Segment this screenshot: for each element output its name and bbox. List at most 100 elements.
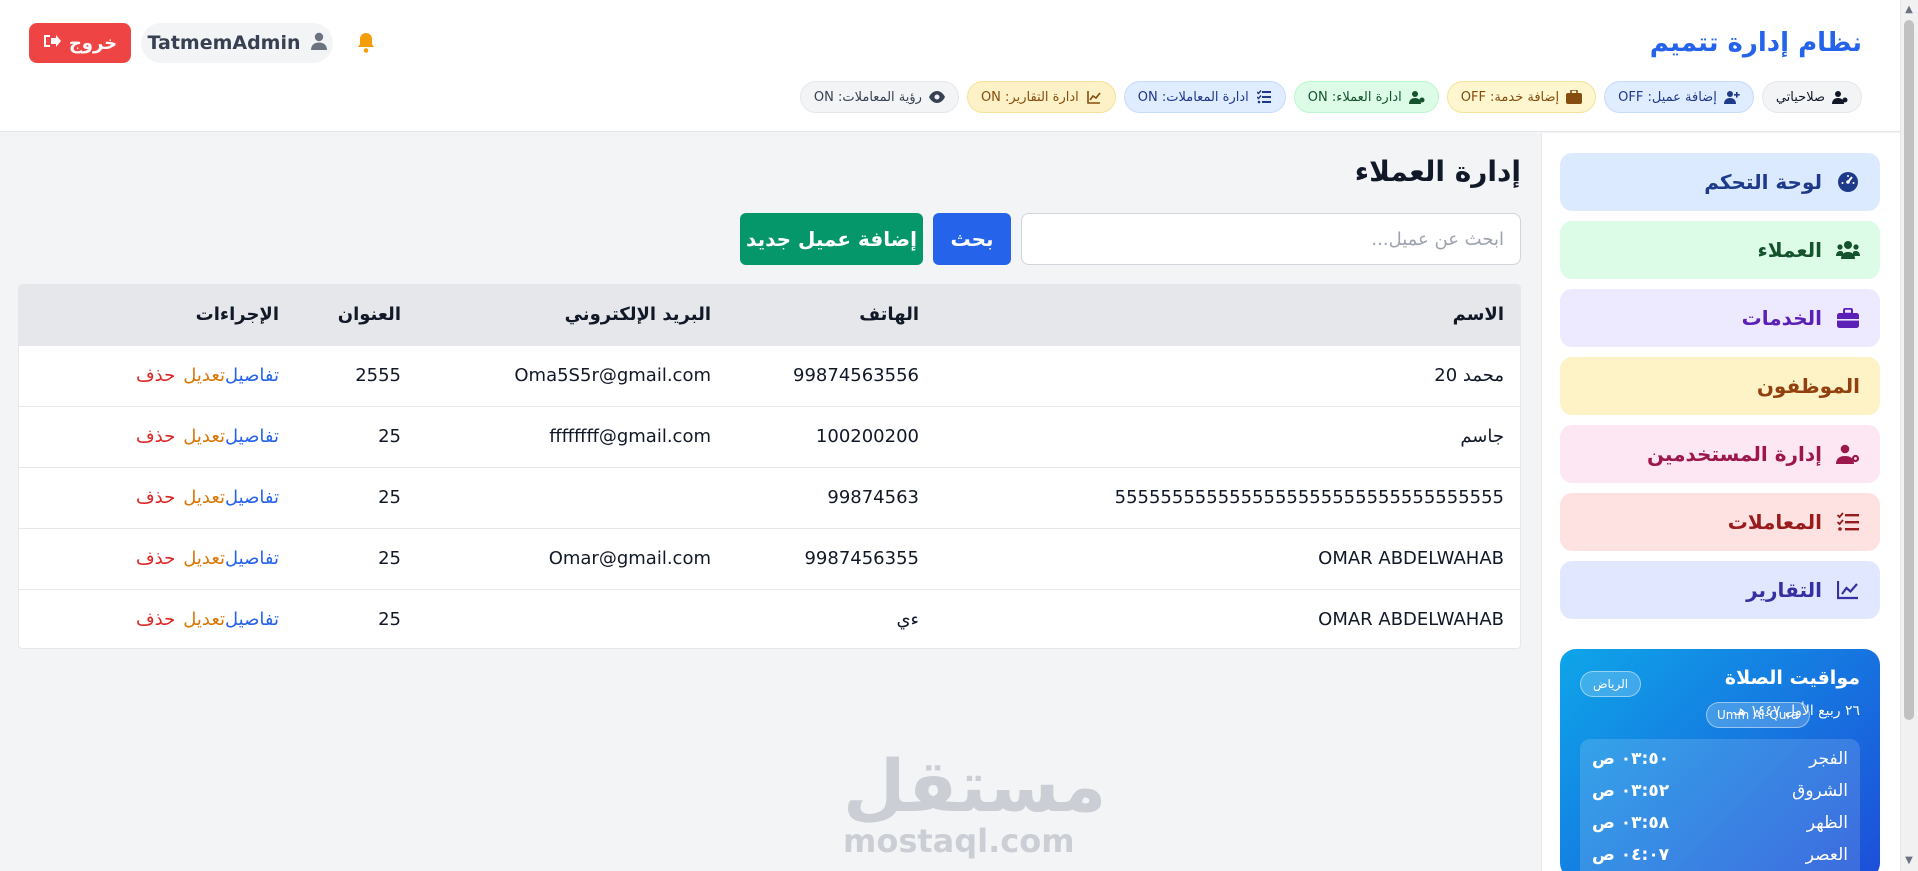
cell-email [417,467,727,528]
username: TatmemAdmin [147,32,301,54]
cell-email: Oma5S5r@gmail.com [514,365,711,386]
dashboard-icon [1836,170,1860,194]
user-gear-icon [1832,89,1848,105]
cell-actions: تفاصيل تعديل حذف [19,406,295,467]
cell-phone: 99874563 [827,487,919,508]
cell-phone: 100200200 [815,426,919,447]
details-link[interactable]: تفاصيل [225,487,279,508]
cell-name: جاسم [1460,426,1504,447]
details-link[interactable]: تفاصيل [225,426,279,447]
prayer-time: ٠٣:٥٢ ص [1592,781,1670,801]
app-title[interactable]: نظام إدارة تتميم [1650,28,1862,58]
col-header-name[interactable]: الاسم [935,285,1520,345]
cell-actions: تفاصيل تعديل حذف [19,589,295,648]
cell-email: ffffffff@gmail.com [549,426,711,447]
details-link[interactable]: تفاصيل [225,365,279,386]
edit-link[interactable]: تعديل [183,426,225,447]
user-icon [310,32,327,55]
delete-link[interactable]: حذف [136,548,175,569]
delete-link[interactable]: حذف [136,487,175,508]
sidebar-item-label: التقارير [1746,578,1822,602]
scroll-up-icon[interactable]: ▲ [1903,4,1915,16]
delete-link[interactable]: حذف [136,365,175,386]
cell-address: 25 [378,426,401,447]
logout-button[interactable]: خروج [29,23,131,63]
perm-manage-transactions-label: ادارة المعاملات: ON [1137,89,1249,105]
col-header-address[interactable]: العنوان [295,285,417,345]
perm-manage-reports-label: ادارة التقارير: ON [980,89,1079,105]
edit-link[interactable]: تعديل [183,609,225,630]
cell-phone: 99874563556 [793,365,919,386]
sidebar-item-transactions[interactable]: المعاملات [1560,493,1880,551]
prayer-row-dhuhr: الظهر ٠٣:٥٨ ص [1592,807,1848,839]
perm-view-transactions-label: رؤية المعاملات: ON [813,89,922,105]
prayer-row-sunrise: الشروق ٠٣:٥٢ ص [1592,775,1848,807]
sidebar-item-clients[interactable]: العملاء [1560,221,1880,279]
watermark-latin: mostaql.com [843,822,1075,860]
cell-actions: تفاصيل تعديل حذف [19,528,295,589]
perm-add-service: إضافة خدمة: OFF [1446,81,1597,113]
eye-icon [928,89,945,105]
permissions-bar: صلاحياتي إضافة عميل: OFF إضافة خدمة: OFF… [799,81,1862,113]
cell-address: 25 [378,487,401,508]
scroll-down-icon[interactable]: ▼ [1903,855,1915,867]
sign-out-icon [43,33,61,54]
edit-link[interactable]: تعديل [183,365,225,386]
edit-link[interactable]: تعديل [183,548,225,569]
edit-link[interactable]: تعديل [183,487,225,508]
cell-name: OMAR ABDELWAHAB [1318,609,1504,631]
perm-view-transactions: رؤية المعاملات: ON [799,81,959,113]
cell-name: OMAR ABDELWAHAB [1318,548,1504,569]
prayer-name: الظهر [1806,813,1848,833]
briefcase-icon [1566,89,1583,105]
user-gear-icon [1836,442,1860,466]
perm-add-client-label: إضافة عميل: OFF [1618,89,1717,105]
prayer-row-fajr: الفجر ٠٣:٥٠ ص [1592,743,1848,775]
table-row: محمد 20 99874563556 Oma5S5r@gmail.com 25… [19,345,1520,406]
cell-address: 25 [378,548,401,569]
sidebar-item-label: الموظفون [1756,374,1860,398]
users-icon [1836,238,1860,262]
sidebar-item-label: لوحة التحكم [1704,170,1822,194]
sidebar-item-reports[interactable]: التقارير [1560,561,1880,619]
list-check-icon [1256,89,1272,105]
col-header-email[interactable]: البريد الإلكتروني [417,285,727,345]
user-gear-icon [1408,89,1425,105]
search-input[interactable] [1021,213,1521,265]
add-client-button[interactable]: إضافة عميل جديد [740,213,923,265]
prayer-time: ٠٣:٥٨ ص [1592,813,1670,833]
prayer-time: ٠٣:٥٠ ص [1592,749,1670,769]
cell-phone: ءي [896,609,919,631]
details-link[interactable]: تفاصيل [225,609,279,630]
city-badge[interactable]: الرياض [1580,671,1642,697]
page-scrollbar[interactable]: ▲ ▼ [1900,0,1918,871]
my-permissions-badge: صلاحياتي [1761,81,1862,113]
cell-address: 25 [378,609,401,631]
table-row: 5555555555555555555555555555555555 99874… [19,467,1520,528]
search-button[interactable]: بحث [933,213,1011,265]
user-menu[interactable]: TatmemAdmin [141,23,333,63]
sidebar-item-employees[interactable]: الموظفون [1560,357,1880,415]
cell-phone: 9987456355 [804,548,919,569]
sidebar-item-services[interactable]: الخدمات [1560,289,1880,347]
my-permissions-label: صلاحياتي [1775,89,1825,105]
cell-actions: تفاصيل تعديل حذف [19,345,295,406]
delete-link[interactable]: حذف [136,609,175,630]
table-header-row: الاسم الهاتف البريد الإلكتروني العنوان ا… [19,285,1520,345]
prayer-time: ٠٤:٠٧ ص [1592,845,1670,865]
page-title: إدارة العملاء [1354,155,1521,188]
sidebar-item-user-management[interactable]: إدارة المستخدمين [1560,425,1880,483]
sidebar-item-label: العملاء [1757,238,1822,262]
cell-name: 5555555555555555555555555555555555 [1114,487,1504,508]
briefcase-icon [1836,306,1860,330]
scrollbar-thumb[interactable] [1904,20,1914,720]
bell-icon[interactable] [354,31,378,55]
details-link[interactable]: تفاصيل [225,548,279,569]
sidebar-item-label: المعاملات [1727,510,1822,534]
user-plus-icon [1723,89,1740,105]
perm-manage-transactions: ادارة المعاملات: ON [1123,81,1286,113]
sidebar-item-dashboard[interactable]: لوحة التحكم [1560,153,1880,211]
delete-link[interactable]: حذف [136,426,175,447]
clients-table: الاسم الهاتف البريد الإلكتروني العنوان ا… [18,284,1521,649]
col-header-phone[interactable]: الهاتف [727,285,935,345]
